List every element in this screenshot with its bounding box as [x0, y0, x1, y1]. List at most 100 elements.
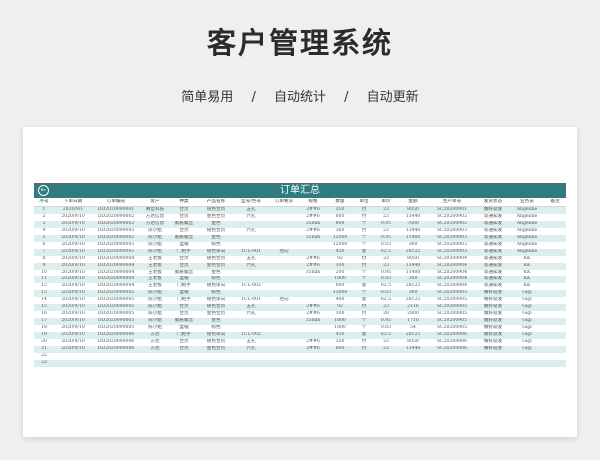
table-cell[interactable]: 8050 [398, 255, 428, 263]
table-cell[interactable]: 王老板 [140, 276, 170, 284]
table-cell[interactable] [198, 352, 234, 360]
column-header[interactable]: 规格 [300, 199, 326, 207]
table-cell[interactable]: 2020/9/10 [54, 318, 92, 326]
table-cell[interactable]: 做好就发 [476, 318, 510, 326]
table-cell[interactable]: 做好就发 [476, 297, 510, 305]
table-cell[interactable]: 2020/9/10 [54, 241, 92, 249]
table-cell[interactable]: 100 [326, 311, 354, 319]
table-cell[interactable] [268, 346, 300, 353]
column-header[interactable]: 产品名称 [198, 199, 234, 207]
table-cell[interactable]: 付 [354, 227, 374, 235]
table-cell[interactable] [544, 255, 566, 263]
table-cell[interactable]: DD2020090006 [92, 332, 140, 340]
table-cell[interactable] [544, 346, 566, 353]
table-cell[interactable]: 门把手 [170, 297, 198, 305]
table-cell[interactable] [234, 290, 268, 298]
table-cell[interactable] [374, 352, 398, 360]
table-cell[interactable]: 棕色 [198, 325, 234, 333]
table-cell[interactable]: 个 [354, 290, 374, 298]
table-cell[interactable]: 金色 [198, 318, 234, 326]
table-cell[interactable]: KK [510, 255, 544, 263]
table-cell[interactable]: 王老板 [140, 283, 170, 291]
table-cell[interactable] [170, 352, 198, 360]
table-cell[interactable]: 等通知发 [476, 262, 510, 270]
table-row[interactable]: 11 2020/9/10 DD2020090004 王老板 盒帽 棕色 1800 个 0.03 3… [34, 276, 566, 284]
table-cell[interactable]: KK [510, 276, 544, 284]
table-cell[interactable]: 360 [398, 241, 428, 249]
table-cell[interactable] [300, 352, 326, 360]
table-cell[interactable]: SC20200905 [428, 311, 476, 319]
table-cell[interactable] [268, 332, 300, 340]
table-cell[interactable]: SC20200904 [428, 255, 476, 263]
table-cell[interactable]: 800 [326, 220, 354, 228]
table-cell[interactable] [544, 227, 566, 235]
table-cell[interactable]: 13440 [398, 346, 428, 353]
column-header[interactable]: 型号/色号 [234, 199, 268, 207]
table-cell[interactable]: SC20200906 [428, 332, 476, 340]
table-cell[interactable]: 12000 [326, 241, 354, 249]
table-cell[interactable]: 5 [34, 234, 54, 242]
table-cell[interactable]: 360 [398, 276, 428, 284]
table-cell[interactable]: 62.5 [374, 248, 398, 256]
table-cell[interactable]: 五孔 [234, 206, 268, 214]
table-cell[interactable]: DD2020090004 [92, 269, 140, 277]
table-cell[interactable]: 0.03 [374, 290, 398, 298]
table-cell[interactable]: 金色合页 [198, 346, 234, 353]
table-cell[interactable] [398, 352, 428, 360]
table-row[interactable]: 9 2020/9/10 DD2020090004 王老板 合页 金色合页 六孔 2##6 100… [34, 262, 566, 270]
table-cell[interactable]: 0.03 [374, 325, 398, 333]
table-cell[interactable]: 2##6 [300, 262, 326, 270]
table-cell[interactable]: 个 [354, 220, 374, 228]
table-cell[interactable]: SC20200905 [428, 318, 476, 326]
column-header[interactable]: 生产单号 [428, 199, 476, 207]
table-cell[interactable] [544, 359, 566, 367]
table-cell[interactable] [300, 332, 326, 340]
table-cell[interactable]: SC20200905 [428, 297, 476, 305]
table-cell[interactable] [234, 318, 268, 326]
table-cell[interactable]: 8050 [398, 206, 428, 214]
table-cell[interactable]: 金色合页 [198, 311, 234, 319]
table-row[interactable]: 4 2020/9/10 DD2020090003 陈小姐 合页 银色合页 六孔 2##6 360… [34, 227, 566, 235]
table-cell[interactable]: 8 [34, 255, 54, 263]
table-cell[interactable]: 个 [354, 325, 374, 333]
table-cell[interactable] [544, 248, 566, 256]
table-cell[interactable]: 个 [354, 234, 374, 242]
table-cell[interactable]: 1800 [326, 276, 354, 284]
table-cell[interactable]: DD2020090003 [92, 241, 140, 249]
table-cell[interactable]: 62.5 [374, 283, 398, 291]
table-cell[interactable]: 13440 [398, 227, 428, 235]
table-cell[interactable]: 合页 [170, 255, 198, 263]
table-cell[interactable] [544, 311, 566, 319]
table-cell[interactable]: 2020/9/10 [54, 304, 92, 312]
table-cell[interactable] [268, 283, 300, 291]
table-row[interactable]: 23 [34, 359, 566, 367]
table-cell[interactable] [92, 352, 140, 360]
table-row[interactable]: 3 2020/9/10 DD2020090002 方达信息 膨胀螺丝 金色 35mm 800 个… [34, 220, 566, 228]
table-cell[interactable]: 13440 [398, 262, 428, 270]
table-row[interactable]: 17 2020/9/10 DD2020090005 陈小姐 膨胀螺丝 金色 35mm 1800… [34, 318, 566, 326]
table-cell[interactable]: SC20200903 [428, 248, 476, 256]
table-cell[interactable]: 陈小姐 [140, 227, 170, 235]
table-row[interactable]: 6 2020/9/10 DD2020090003 陈小姐 盒帽 棕色 12000 个 0.03 3… [34, 241, 566, 249]
table-cell[interactable] [326, 352, 354, 360]
table-cell[interactable]: SC20200903 [428, 227, 476, 235]
table-cell[interactable]: 16 [34, 311, 54, 319]
table-cell[interactable]: 五孔 [234, 304, 268, 312]
table-cell[interactable]: SC20200904 [428, 262, 476, 270]
table-cell[interactable]: SC20200904 [428, 283, 476, 291]
table-cell[interactable]: TCL-001 [234, 248, 268, 256]
table-cell[interactable]: 0.03 [374, 276, 398, 284]
table-cell[interactable]: 62.5 [374, 297, 398, 305]
table-cell[interactable]: 合页 [170, 304, 198, 312]
table-cell[interactable]: 合页 [170, 206, 198, 214]
table-cell[interactable]: 等通知发 [476, 269, 510, 277]
table-cell[interactable]: 等通知发 [476, 255, 510, 263]
table-cell[interactable]: DD2020090005 [92, 311, 140, 319]
table-cell[interactable]: 6 [34, 241, 54, 249]
table-cell[interactable]: 套 [354, 248, 374, 256]
table-cell[interactable]: 28 [374, 311, 398, 319]
table-cell[interactable] [544, 283, 566, 291]
table-cell[interactable] [544, 339, 566, 347]
table-cell[interactable] [234, 352, 268, 360]
table-cell[interactable]: 20 [34, 339, 54, 347]
